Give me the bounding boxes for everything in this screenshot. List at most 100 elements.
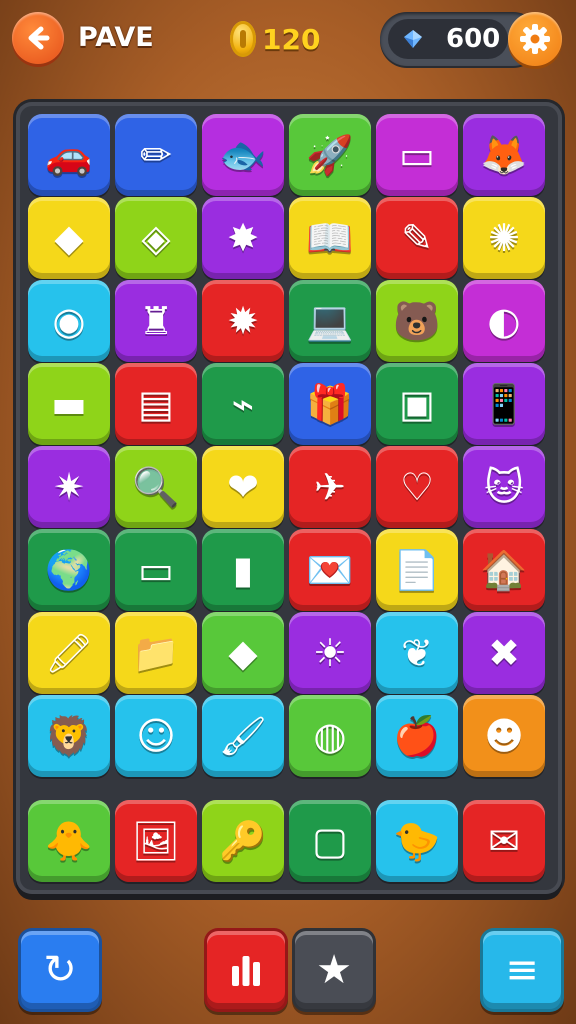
game-tile[interactable]: 🍎 [376,695,458,777]
fox-face-icon: 🦊 [480,133,528,177]
game-tile[interactable]: ✸ [202,197,284,279]
star-button[interactable]: ★ [292,928,376,1012]
folder-icon: 📁 [132,631,180,675]
open-book-icon: 📖 [306,216,354,260]
cat-face-icon: 🐱 [484,465,524,509]
stats-button[interactable] [204,928,288,1012]
game-tile[interactable]: 🐱 [463,446,545,528]
game-tile[interactable]: 🌍 [28,529,110,611]
game-tile[interactable]: ❦ [376,612,458,694]
menu-button[interactable]: ≡ [480,928,564,1012]
game-tile[interactable]: ♜ [115,280,197,362]
envelope-icon: ✉ [488,819,520,863]
game-tile[interactable]: ✎ [376,197,458,279]
game-tile[interactable]: 🐥 [28,800,110,882]
game-tile[interactable]: ◈ [115,197,197,279]
game-tile[interactable]: ☀ [289,612,371,694]
game-tile[interactable]: 🚀 [289,114,371,196]
game-tile[interactable]: ♡ [376,446,458,528]
monitor-icon: ▭ [399,133,435,177]
glove-icon: ♜ [138,299,174,343]
game-tile[interactable]: 🚗 [28,114,110,196]
game-tile[interactable]: 🦊 [463,114,545,196]
game-tile[interactable]: 🖍 [28,612,110,694]
game-tile[interactable]: ✷ [28,446,110,528]
game-tile[interactable]: 🐤 [376,800,458,882]
game-tile[interactable]: 📖 [289,197,371,279]
ring-icon: ◉ [52,299,86,343]
game-tile[interactable]: ◍ [289,695,371,777]
gems-icon: ◆ [54,216,84,260]
game-tile[interactable]: 🎁 [289,363,371,445]
game-tile[interactable]: ✺ [463,197,545,279]
rocket-icon: 🚀 [306,133,354,177]
bandage-icon: ▭ [138,548,174,592]
game-tile[interactable]: ▣ [376,363,458,445]
donut-icon: ◍ [313,714,347,758]
coin-value: 120 [262,22,321,56]
game-tile[interactable]: ✏ [115,114,197,196]
robot-icon: ◐ [487,299,521,343]
game-tile[interactable]: ✉ [463,800,545,882]
game-tile[interactable]: ▬ [28,363,110,445]
bear-face-icon: 🐻 [393,299,441,343]
game-tile[interactable]: 🔍 [115,446,197,528]
vine-icon: ❦ [401,631,433,675]
game-tile[interactable]: ✖ [463,612,545,694]
phone-icon: 📱 [480,382,528,426]
crossed-swords-icon: ✖ [488,631,520,675]
bar-chart-icon [232,956,260,986]
game-tile[interactable]: ☻ [463,695,545,777]
sun-badge-icon: ☀ [312,631,348,675]
game-tile[interactable]: 📱 [463,363,545,445]
game-tile[interactable]: 🏠 [463,529,545,611]
settings-button[interactable] [508,12,562,66]
game-tile[interactable]: 🐻 [376,280,458,362]
gem-value: 600 [446,24,501,54]
game-tile[interactable]: ▮ [202,529,284,611]
game-tile[interactable]: 💻 [289,280,371,362]
game-tile[interactable]: ◆ [28,197,110,279]
duck-face-icon: 🐥 [45,819,93,863]
toaster-face-icon: ☻ [484,714,524,758]
game-tile[interactable]: ⌁ [202,363,284,445]
game-tile[interactable]: 📄 [376,529,458,611]
game-tile[interactable]: 🐟 [202,114,284,196]
game-tile[interactable]: 🔑 [202,800,284,882]
browser-icon: ▣ [399,382,435,426]
laptop-icon: 💻 [306,299,354,343]
game-tile[interactable]: ◉ [28,280,110,362]
bottom-bar: ↻ ★ ≡ [0,920,576,1024]
heart-cards-icon: 💌 [306,548,354,592]
game-board: 🚗 ✏ 🐟 🚀 ▭ 🦊 ◆ ◈ ✸ 📖 ✎ ✺ ◉ ♜ ✹ 💻 🐻 ◐ ▬ ▤ ⌁ 🎁 ▣ 📱 ✷ 🔍 ❤ ✈ ♡ 🐱 🌍 ▭ ▮ 💌 📄 🏠 🖍 📁 ◆ ☀… [16,102,562,894]
game-tile[interactable]: 💌 [289,529,371,611]
star-icon: ★ [316,947,352,993]
window-icon: ▤ [138,382,174,426]
game-tile[interactable]: 📁 [115,612,197,694]
game-tile[interactable]: ❤ [202,446,284,528]
game-tile[interactable]: ✈ [289,446,371,528]
smiley-icon: ☺ [136,714,176,758]
gift-box-icon: 🎁 [306,382,354,426]
game-tile[interactable]: ◐ [463,280,545,362]
game-tile[interactable]: 🦁 [28,695,110,777]
game-tile[interactable]: ▭ [115,529,197,611]
back-button[interactable] [12,12,64,64]
game-tile[interactable]: ☺ [115,695,197,777]
game-tile[interactable]: ◆ [202,612,284,694]
toast-icon: ▢ [312,819,348,863]
paper-plane-icon: ✈ [314,465,346,509]
magnifier-icon: 🔍 [132,465,180,509]
game-tile[interactable]: ▭ [376,114,458,196]
arrow-left-icon [28,26,50,50]
refresh-button[interactable]: ↻ [18,928,102,1012]
game-tile[interactable]: 🖼 [115,800,197,882]
game-tile[interactable]: 🖌 [202,695,284,777]
globe-icon: 🌍 [45,548,93,592]
game-tile[interactable]: ▤ [115,363,197,445]
usb-stick-icon: ⌁ [231,382,255,426]
marker-icon: 🖍 [44,631,94,675]
star-burst-icon: ✸ [227,216,259,260]
game-tile[interactable]: ▢ [289,800,371,882]
game-tile[interactable]: ✹ [202,280,284,362]
